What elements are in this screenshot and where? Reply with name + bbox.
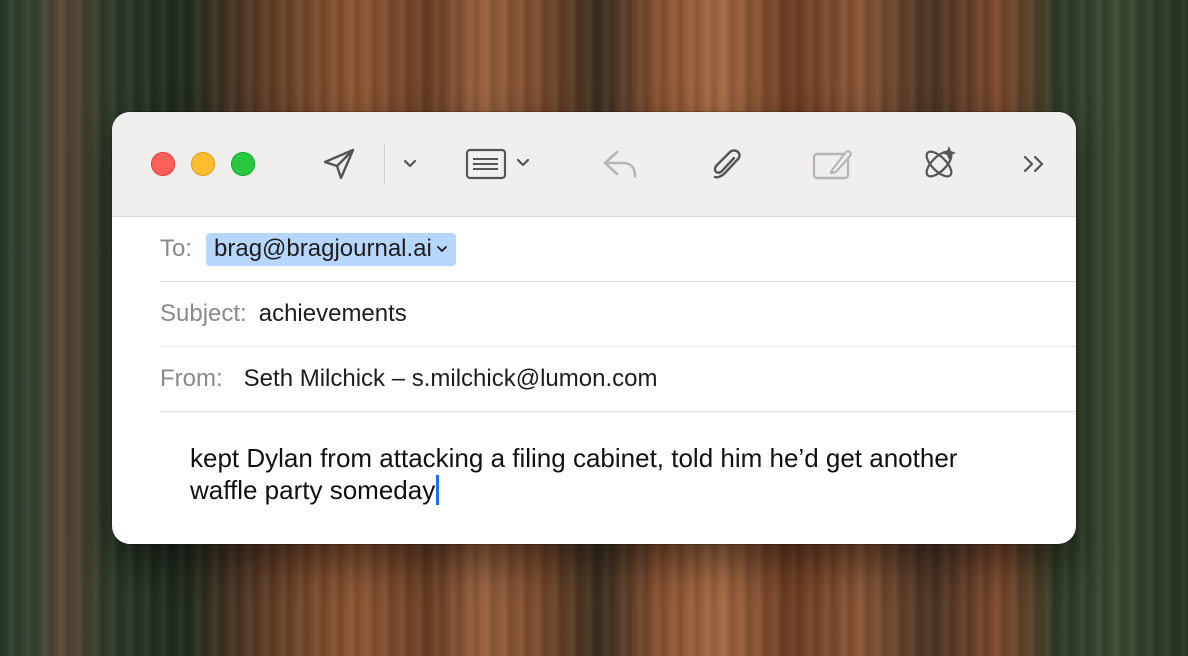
to-label: To: (160, 235, 193, 262)
toolbar-divider (384, 144, 385, 184)
from-label: From: (160, 365, 223, 392)
close-button[interactable] (151, 152, 175, 176)
send-icon (323, 148, 355, 180)
compose-toolbar (112, 112, 1076, 217)
writing-tools-button[interactable] (916, 144, 962, 184)
to-field-row[interactable]: To: brag@bragjournal.ai (160, 217, 1076, 282)
subject-label: Subject: (160, 300, 247, 327)
send-options-button[interactable] (398, 144, 422, 184)
chevron-down-icon[interactable] (436, 244, 448, 254)
subject-field-row[interactable]: Subject: achievements (160, 282, 1076, 347)
photo-browser-button (808, 144, 856, 184)
more-icon (1023, 155, 1044, 173)
body-line: waffle party someday (190, 475, 436, 505)
minimize-button[interactable] (191, 152, 215, 176)
message-body[interactable]: kept Dylan from attacking a filing cabin… (190, 442, 1050, 506)
writing-tools-icon (925, 146, 956, 178)
reply-button (598, 144, 642, 184)
text-cursor (436, 475, 440, 505)
from-field-row[interactable]: From: Seth Milchick – s.milchick@lumon.c… (160, 347, 1076, 412)
header-fields-button[interactable] (464, 144, 536, 184)
maximize-button[interactable] (231, 152, 255, 176)
mail-compose-window: To: brag@bragjournal.ai Subject: achieve… (112, 112, 1076, 544)
body-line: kept Dylan from attacking a filing cabin… (190, 443, 958, 473)
photo-browser-icon (812, 150, 852, 180)
chevron-down-icon (403, 159, 417, 168)
paperclip-icon (713, 149, 741, 179)
attach-button[interactable] (704, 144, 748, 184)
recipient-address: brag@bragjournal.ai (214, 234, 432, 262)
send-button[interactable] (316, 144, 362, 184)
header-fields-icon (465, 148, 530, 180)
body-line-last: waffle party someday (190, 474, 1050, 506)
recipient-token[interactable]: brag@bragjournal.ai (206, 232, 456, 266)
from-selector[interactable]: Seth Milchick – s.milchick@lumon.com (244, 365, 658, 393)
more-button[interactable] (1018, 144, 1052, 184)
reply-icon (603, 150, 637, 178)
subject-input[interactable]: achievements (259, 300, 407, 328)
